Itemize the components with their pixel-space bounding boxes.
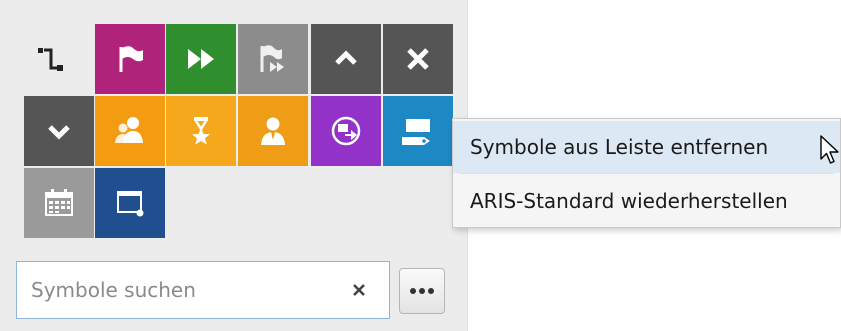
screen-tag-tile[interactable] [383, 96, 453, 166]
window-tile[interactable] [95, 168, 165, 238]
fast-forward-icon [188, 49, 214, 69]
window-icon [117, 191, 144, 217]
process-link-tile[interactable] [311, 96, 381, 166]
move-up-tile[interactable] [311, 24, 381, 94]
user-group-tile[interactable] [95, 96, 165, 166]
user-group-icon [115, 117, 143, 143]
process-link-icon [331, 116, 361, 146]
flag-skip-icon [260, 45, 284, 72]
person-tile[interactable] [238, 96, 308, 166]
close-icon [407, 48, 429, 70]
more-options-button[interactable] [399, 268, 445, 314]
screen-tag-icon [402, 119, 430, 145]
menu-item-remove-symbols[interactable]: Symbole aus Leiste entfernen [453, 121, 840, 173]
more-dots-icon [410, 288, 434, 294]
award-icon [192, 117, 210, 145]
person-icon [261, 117, 285, 145]
remove-tile[interactable] [383, 24, 453, 94]
move-down-tile[interactable] [24, 96, 94, 166]
chevron-up-icon [335, 50, 357, 65]
mouse-pointer-icon [820, 135, 839, 164]
calendar-tile[interactable] [24, 168, 94, 238]
symbol-search-box [16, 261, 390, 319]
connector-tile[interactable] [16, 24, 86, 94]
connector-icon [38, 48, 63, 71]
menu-item-restore-default[interactable]: ARIS-Standard wiederherstellen [453, 175, 840, 227]
symbol-search-input[interactable] [17, 262, 341, 318]
menu-item-label: Symbole aus Leiste entfernen [470, 135, 769, 159]
award-tile[interactable] [166, 96, 236, 166]
calendar-icon [45, 189, 73, 216]
clear-search-icon[interactable] [349, 280, 369, 300]
menu-item-label: ARIS-Standard wiederherstellen [470, 189, 788, 213]
flag-icon [119, 46, 143, 72]
skip-event-tile[interactable] [238, 24, 308, 94]
symbol-panel [0, 0, 468, 331]
next-step-tile[interactable] [166, 24, 236, 94]
chevron-down-icon [48, 125, 70, 140]
start-event-tile[interactable] [95, 24, 165, 94]
context-menu: Symbole aus Leiste entfernen ARIS-Standa… [452, 118, 841, 228]
menu-divider [459, 173, 834, 174]
